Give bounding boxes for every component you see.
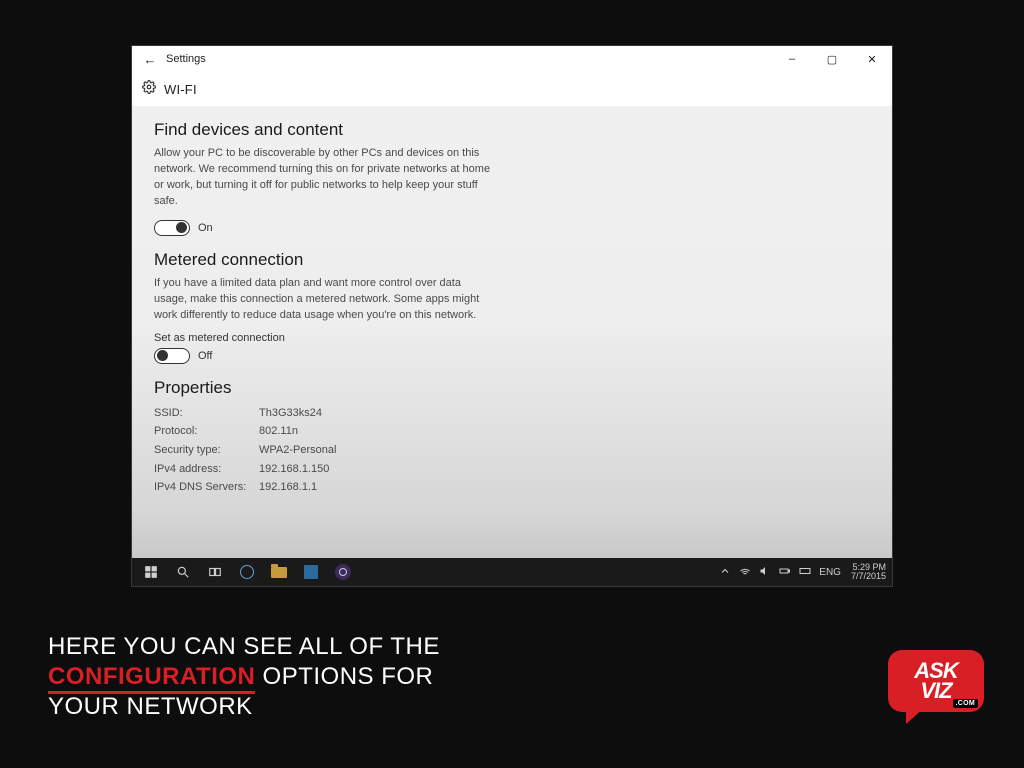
store-icon[interactable] bbox=[296, 558, 326, 586]
prop-row: IPv4 address: 192.168.1.150 bbox=[154, 460, 870, 479]
explorer-icon[interactable] bbox=[264, 558, 294, 586]
taskbar: ENG 5:29 PM 7/7/2015 bbox=[132, 558, 892, 586]
page-header: WI-FI bbox=[132, 72, 892, 106]
settings-window: ← Settings – ▢ ✕ WI-FI Find devices and … bbox=[132, 46, 892, 586]
network-tray-icon[interactable] bbox=[739, 565, 751, 580]
volume-tray-icon[interactable] bbox=[759, 565, 771, 580]
titlebar: ← Settings – ▢ ✕ bbox=[132, 46, 892, 72]
prop-row: Security type: WPA2-Personal bbox=[154, 441, 870, 460]
minimize-button[interactable]: – bbox=[772, 46, 812, 72]
prop-value: WPA2-Personal bbox=[259, 441, 336, 460]
keyboard-tray-icon[interactable] bbox=[799, 565, 811, 580]
metered-toggle[interactable] bbox=[154, 348, 190, 364]
find-devices-heading: Find devices and content bbox=[154, 120, 870, 140]
slide-caption: Here you can see all of the configuratio… bbox=[48, 632, 440, 722]
prop-key: SSID: bbox=[154, 404, 259, 423]
find-devices-body: Allow your PC to be discoverable by othe… bbox=[154, 146, 494, 210]
settings-content: Find devices and content Allow your PC t… bbox=[132, 106, 892, 586]
prop-value: 802.11n bbox=[259, 422, 298, 441]
prop-value: Th3G33ks24 bbox=[259, 404, 322, 423]
metered-heading: Metered connection bbox=[154, 250, 870, 270]
caption-line3: your network bbox=[48, 693, 253, 720]
metered-toggle-label: Off bbox=[198, 350, 212, 362]
back-button[interactable]: ← bbox=[138, 52, 162, 67]
language-indicator[interactable]: ENG bbox=[819, 567, 841, 578]
search-icon[interactable] bbox=[168, 558, 198, 586]
active-app-icon[interactable] bbox=[328, 558, 358, 586]
page-title: WI-FI bbox=[164, 82, 197, 97]
prop-value: 192.168.1.1 bbox=[259, 478, 317, 497]
caption-line1: Here you can see all of the bbox=[48, 633, 440, 660]
window-title: Settings bbox=[166, 53, 206, 65]
caption-line2: options for bbox=[263, 663, 434, 690]
prop-row: Protocol: 802.11n bbox=[154, 422, 870, 441]
prop-key: IPv4 DNS Servers: bbox=[154, 478, 259, 497]
find-devices-toggle-label: On bbox=[198, 222, 213, 234]
prop-key: Protocol: bbox=[154, 422, 259, 441]
prop-row: IPv4 DNS Servers: 192.168.1.1 bbox=[154, 478, 870, 497]
taskbar-clock[interactable]: 5:29 PM 7/7/2015 bbox=[851, 563, 886, 582]
maximize-button[interactable]: ▢ bbox=[812, 46, 852, 72]
battery-tray-icon[interactable] bbox=[779, 565, 791, 580]
prop-row: SSID: Th3G33ks24 bbox=[154, 404, 870, 423]
brand-logo: ASK VIZ .COM bbox=[888, 650, 984, 728]
properties-heading: Properties bbox=[154, 378, 870, 398]
prop-value: 192.168.1.150 bbox=[259, 460, 329, 479]
close-button[interactable]: ✕ bbox=[852, 46, 892, 72]
metered-field-label: Set as metered connection bbox=[154, 332, 870, 344]
brand-domain: .COM bbox=[953, 699, 978, 708]
task-view-icon[interactable] bbox=[200, 558, 230, 586]
clock-date: 7/7/2015 bbox=[851, 572, 886, 581]
brand-bottom: VIZ bbox=[914, 681, 957, 701]
tray-chevron-icon[interactable] bbox=[719, 565, 731, 580]
prop-key: IPv4 address: bbox=[154, 460, 259, 479]
gear-icon bbox=[142, 80, 156, 99]
edge-icon[interactable] bbox=[232, 558, 262, 586]
metered-body: If you have a limited data plan and want… bbox=[154, 276, 494, 324]
caption-highlight: configuration bbox=[48, 663, 255, 694]
prop-key: Security type: bbox=[154, 441, 259, 460]
start-button[interactable] bbox=[136, 558, 166, 586]
find-devices-toggle[interactable] bbox=[154, 220, 190, 236]
